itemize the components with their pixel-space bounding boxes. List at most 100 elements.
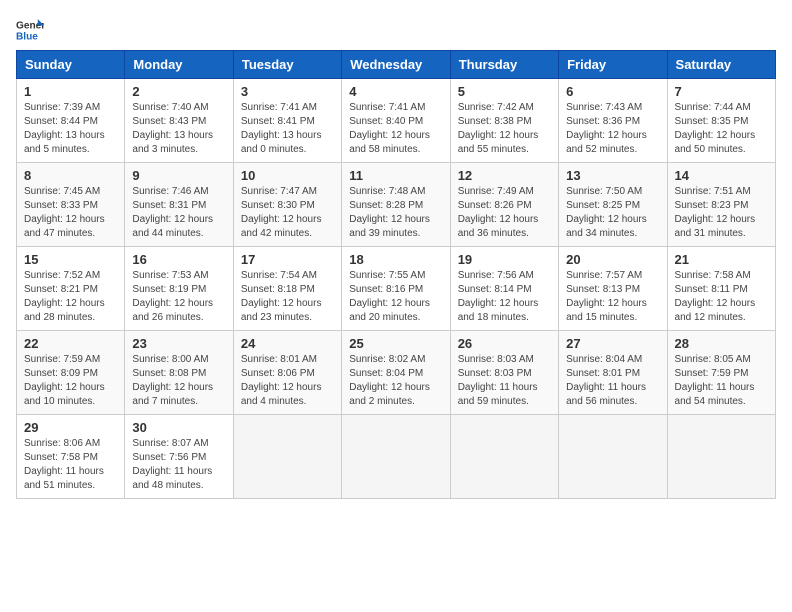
calendar-cell: 14 Sunrise: 7:51 AM Sunset: 8:23 PM Dayl… [667,163,775,247]
day-number: 23 [132,336,225,351]
day-number: 17 [241,252,334,267]
cell-content: Sunrise: 7:41 AM Sunset: 8:41 PM Dayligh… [241,101,334,157]
day-number: 1 [24,84,117,99]
day-number: 19 [458,252,551,267]
day-number: 4 [349,84,442,99]
cell-content: Sunrise: 7:52 AM Sunset: 8:21 PM Dayligh… [24,269,117,325]
day-header-wednesday: Wednesday [342,51,450,79]
cell-content: Sunrise: 8:07 AM Sunset: 7:56 PM Dayligh… [132,437,225,493]
calendar-cell: 3 Sunrise: 7:41 AM Sunset: 8:41 PM Dayli… [233,79,341,163]
day-header-saturday: Saturday [667,51,775,79]
calendar-cell: 28 Sunrise: 8:05 AM Sunset: 7:59 PM Dayl… [667,331,775,415]
day-number: 12 [458,168,551,183]
day-number: 3 [241,84,334,99]
day-number: 15 [24,252,117,267]
calendar-week-row: 29 Sunrise: 8:06 AM Sunset: 7:58 PM Dayl… [17,415,776,499]
cell-content: Sunrise: 7:43 AM Sunset: 8:36 PM Dayligh… [566,101,659,157]
calendar-cell: 23 Sunrise: 8:00 AM Sunset: 8:08 PM Dayl… [125,331,233,415]
cell-content: Sunrise: 8:02 AM Sunset: 8:04 PM Dayligh… [349,353,442,409]
calendar-week-row: 1 Sunrise: 7:39 AM Sunset: 8:44 PM Dayli… [17,79,776,163]
calendar-cell: 20 Sunrise: 7:57 AM Sunset: 8:13 PM Dayl… [559,247,667,331]
day-number: 10 [241,168,334,183]
calendar-table: SundayMondayTuesdayWednesdayThursdayFrid… [16,50,776,499]
calendar-cell: 1 Sunrise: 7:39 AM Sunset: 8:44 PM Dayli… [17,79,125,163]
svg-text:Blue: Blue [16,31,38,42]
day-number: 8 [24,168,117,183]
cell-content: Sunrise: 7:48 AM Sunset: 8:28 PM Dayligh… [349,185,442,241]
calendar-week-row: 22 Sunrise: 7:59 AM Sunset: 8:09 PM Dayl… [17,331,776,415]
cell-content: Sunrise: 7:57 AM Sunset: 8:13 PM Dayligh… [566,269,659,325]
calendar-cell: 30 Sunrise: 8:07 AM Sunset: 7:56 PM Dayl… [125,415,233,499]
cell-content: Sunrise: 7:47 AM Sunset: 8:30 PM Dayligh… [241,185,334,241]
cell-content: Sunrise: 7:44 AM Sunset: 8:35 PM Dayligh… [675,101,768,157]
cell-content: Sunrise: 7:50 AM Sunset: 8:25 PM Dayligh… [566,185,659,241]
day-number: 24 [241,336,334,351]
day-number: 14 [675,168,768,183]
calendar-header-row: SundayMondayTuesdayWednesdayThursdayFrid… [17,51,776,79]
cell-content: Sunrise: 7:42 AM Sunset: 8:38 PM Dayligh… [458,101,551,157]
cell-content: Sunrise: 8:00 AM Sunset: 8:08 PM Dayligh… [132,353,225,409]
calendar-cell [342,415,450,499]
calendar-cell: 16 Sunrise: 7:53 AM Sunset: 8:19 PM Dayl… [125,247,233,331]
cell-content: Sunrise: 7:46 AM Sunset: 8:31 PM Dayligh… [132,185,225,241]
cell-content: Sunrise: 7:59 AM Sunset: 8:09 PM Dayligh… [24,353,117,409]
cell-content: Sunrise: 7:51 AM Sunset: 8:23 PM Dayligh… [675,185,768,241]
day-number: 30 [132,420,225,435]
day-number: 16 [132,252,225,267]
day-number: 13 [566,168,659,183]
day-number: 11 [349,168,442,183]
calendar-cell: 2 Sunrise: 7:40 AM Sunset: 8:43 PM Dayli… [125,79,233,163]
calendar-cell: 6 Sunrise: 7:43 AM Sunset: 8:36 PM Dayli… [559,79,667,163]
day-number: 22 [24,336,117,351]
logo: General Blue [16,16,44,44]
calendar-cell: 13 Sunrise: 7:50 AM Sunset: 8:25 PM Dayl… [559,163,667,247]
calendar-week-row: 15 Sunrise: 7:52 AM Sunset: 8:21 PM Dayl… [17,247,776,331]
calendar-cell [559,415,667,499]
day-number: 25 [349,336,442,351]
calendar-cell: 21 Sunrise: 7:58 AM Sunset: 8:11 PM Dayl… [667,247,775,331]
day-number: 9 [132,168,225,183]
cell-content: Sunrise: 8:05 AM Sunset: 7:59 PM Dayligh… [675,353,768,409]
calendar-cell: 4 Sunrise: 7:41 AM Sunset: 8:40 PM Dayli… [342,79,450,163]
calendar-cell: 10 Sunrise: 7:47 AM Sunset: 8:30 PM Dayl… [233,163,341,247]
day-number: 2 [132,84,225,99]
logo-icon: General Blue [16,16,44,44]
calendar-cell: 7 Sunrise: 7:44 AM Sunset: 8:35 PM Dayli… [667,79,775,163]
cell-content: Sunrise: 7:39 AM Sunset: 8:44 PM Dayligh… [24,101,117,157]
cell-content: Sunrise: 7:55 AM Sunset: 8:16 PM Dayligh… [349,269,442,325]
calendar-cell: 15 Sunrise: 7:52 AM Sunset: 8:21 PM Dayl… [17,247,125,331]
calendar-cell: 22 Sunrise: 7:59 AM Sunset: 8:09 PM Dayl… [17,331,125,415]
cell-content: Sunrise: 7:58 AM Sunset: 8:11 PM Dayligh… [675,269,768,325]
cell-content: Sunrise: 7:49 AM Sunset: 8:26 PM Dayligh… [458,185,551,241]
day-header-sunday: Sunday [17,51,125,79]
cell-content: Sunrise: 7:45 AM Sunset: 8:33 PM Dayligh… [24,185,117,241]
cell-content: Sunrise: 7:53 AM Sunset: 8:19 PM Dayligh… [132,269,225,325]
day-number: 6 [566,84,659,99]
calendar-cell: 27 Sunrise: 8:04 AM Sunset: 8:01 PM Dayl… [559,331,667,415]
calendar-cell: 11 Sunrise: 7:48 AM Sunset: 8:28 PM Dayl… [342,163,450,247]
page-header: General Blue [16,16,776,44]
day-header-tuesday: Tuesday [233,51,341,79]
day-number: 28 [675,336,768,351]
cell-content: Sunrise: 8:06 AM Sunset: 7:58 PM Dayligh… [24,437,117,493]
cell-content: Sunrise: 7:40 AM Sunset: 8:43 PM Dayligh… [132,101,225,157]
calendar-cell: 19 Sunrise: 7:56 AM Sunset: 8:14 PM Dayl… [450,247,558,331]
calendar-cell: 5 Sunrise: 7:42 AM Sunset: 8:38 PM Dayli… [450,79,558,163]
day-number: 21 [675,252,768,267]
day-number: 29 [24,420,117,435]
calendar-cell [450,415,558,499]
calendar-cell: 8 Sunrise: 7:45 AM Sunset: 8:33 PM Dayli… [17,163,125,247]
day-number: 5 [458,84,551,99]
cell-content: Sunrise: 7:54 AM Sunset: 8:18 PM Dayligh… [241,269,334,325]
calendar-cell [233,415,341,499]
day-number: 20 [566,252,659,267]
day-header-friday: Friday [559,51,667,79]
calendar-week-row: 8 Sunrise: 7:45 AM Sunset: 8:33 PM Dayli… [17,163,776,247]
calendar-cell [667,415,775,499]
cell-content: Sunrise: 7:41 AM Sunset: 8:40 PM Dayligh… [349,101,442,157]
day-number: 18 [349,252,442,267]
cell-content: Sunrise: 7:56 AM Sunset: 8:14 PM Dayligh… [458,269,551,325]
calendar-cell: 24 Sunrise: 8:01 AM Sunset: 8:06 PM Dayl… [233,331,341,415]
day-number: 26 [458,336,551,351]
calendar-cell: 12 Sunrise: 7:49 AM Sunset: 8:26 PM Dayl… [450,163,558,247]
